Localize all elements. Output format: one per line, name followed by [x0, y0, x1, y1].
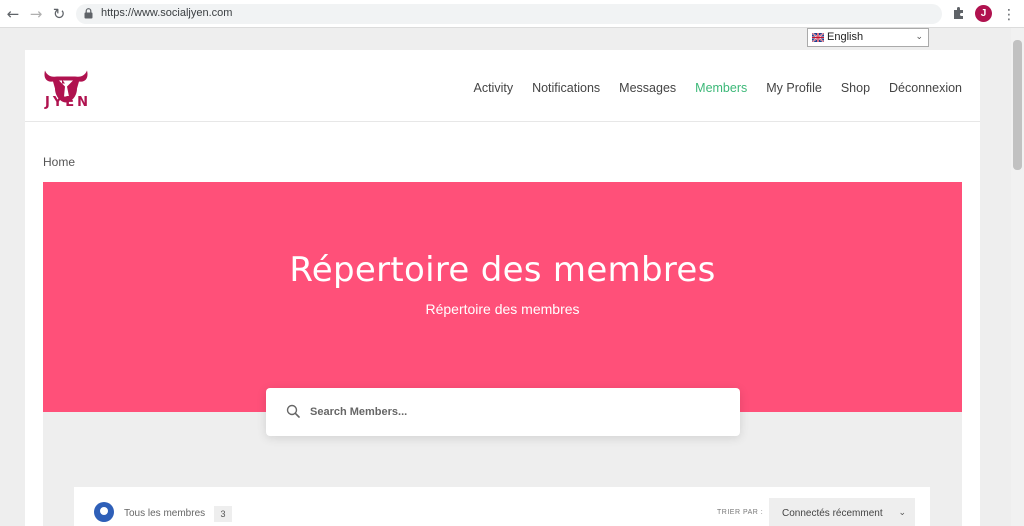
- browser-menu-icon[interactable]: ⋮: [1002, 5, 1016, 23]
- hero-banner: Répertoire des membres Répertoire des me…: [43, 182, 962, 412]
- back-icon[interactable]: ←: [4, 5, 22, 23]
- search-input[interactable]: [310, 402, 710, 422]
- nav-item-members[interactable]: Members: [695, 81, 747, 95]
- nav-item-notifications[interactable]: Notifications: [532, 81, 600, 95]
- search-icon: [286, 404, 300, 418]
- chevron-down-icon: ⌄: [898, 507, 906, 517]
- page-scrollbar-thumb[interactable]: [1013, 40, 1022, 170]
- reload-icon[interactable]: ↻: [50, 5, 68, 23]
- member-search: [266, 388, 740, 436]
- members-icon: [94, 502, 114, 522]
- nav-item-shop[interactable]: Shop: [841, 81, 870, 95]
- profile-avatar[interactable]: J: [975, 5, 992, 22]
- language-select-value: English: [827, 31, 864, 43]
- tab-all-members[interactable]: Tous les membres: [124, 508, 205, 519]
- page-title: Répertoire des membres: [289, 250, 716, 290]
- sort-label: TRIER PAR :: [717, 509, 764, 516]
- nav-item-my-profile[interactable]: My Profile: [766, 81, 822, 95]
- members-filter-bar: Tous les membres 3 TRIER PAR : Connectés…: [74, 487, 930, 526]
- sort-select[interactable]: Connectés récemment ⌄: [769, 498, 915, 526]
- sort-select-value: Connectés récemment: [782, 508, 883, 519]
- members-count-badge: 3: [214, 506, 232, 522]
- address-bar[interactable]: https://www.socialjyen.com: [76, 4, 942, 24]
- chevron-down-icon: ⌄: [915, 31, 923, 41]
- site-header: JYEN Activity Notifications Messages Mem…: [25, 50, 980, 122]
- nav-item-logout[interactable]: Déconnexion: [889, 81, 962, 95]
- language-select[interactable]: English ⌄: [807, 28, 929, 47]
- lock-icon: [84, 8, 93, 19]
- page-subtitle: Répertoire des membres: [425, 301, 580, 317]
- browser-toolbar: ← → ↻ https://www.socialjyen.com J ⋮: [0, 0, 1024, 28]
- nav-item-messages[interactable]: Messages: [619, 81, 676, 95]
- logo-wordmark: JYEN: [45, 95, 92, 110]
- extensions-puzzle-icon[interactable]: [952, 6, 966, 20]
- nav-item-activity[interactable]: Activity: [473, 81, 513, 95]
- main-nav: Activity Notifications Messages Members …: [473, 81, 962, 95]
- url-text: https://www.socialjyen.com: [101, 7, 233, 19]
- breadcrumb[interactable]: Home: [43, 155, 75, 169]
- uk-flag-icon: [812, 33, 824, 42]
- site-container: JYEN Activity Notifications Messages Mem…: [25, 50, 980, 526]
- forward-icon[interactable]: →: [27, 5, 45, 23]
